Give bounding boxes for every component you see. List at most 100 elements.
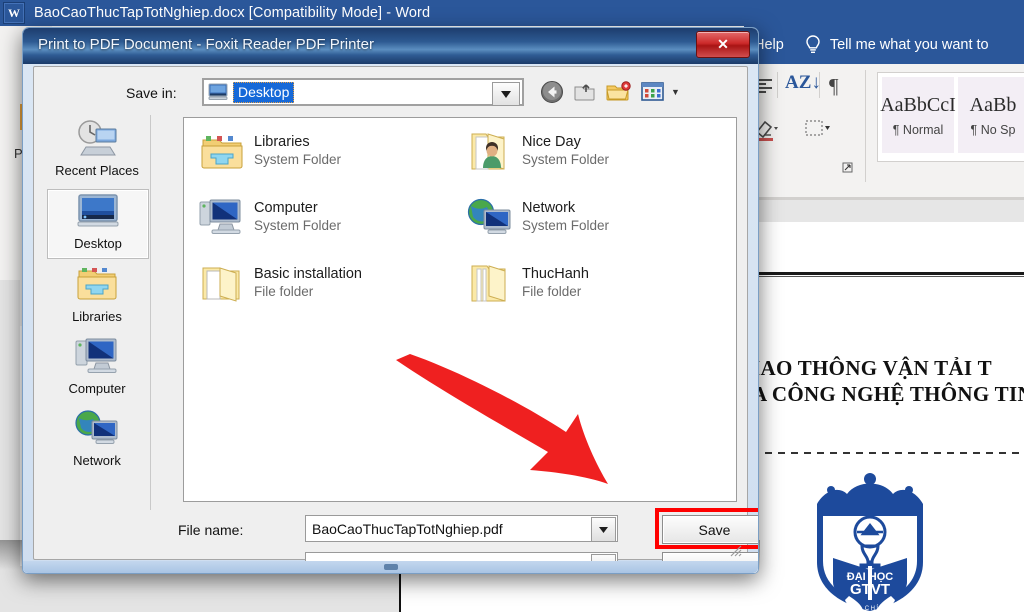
- list-item-name: Network: [522, 199, 609, 217]
- place-label: Desktop: [74, 236, 122, 251]
- word-logo-icon: W: [3, 2, 25, 24]
- dialog-launcher-icon[interactable]: [842, 162, 854, 174]
- style-item-normal[interactable]: AaBbCcI ¶ Normal: [882, 77, 954, 153]
- chevron-down-icon[interactable]: [591, 517, 616, 542]
- logo-text-gtvt: GTVT: [850, 581, 890, 598]
- place-label: Recent Places: [55, 163, 139, 178]
- file-list-view[interactable]: Libraries System Folder: [183, 117, 737, 502]
- network-icon: [466, 196, 514, 240]
- screen-root: W BaoCaoThucTapTotNghiep.docx [Compatibi…: [0, 0, 1024, 612]
- dialog-footer-nub: [384, 564, 398, 570]
- place-libraries[interactable]: Libraries: [47, 263, 147, 331]
- dialog-footer: [23, 561, 758, 573]
- dialog-title-text: Print to PDF Document - Foxit Reader PDF…: [38, 36, 374, 53]
- list-item[interactable]: Libraries System Folder: [198, 130, 341, 174]
- word-menu-bar: Help Tell me what you want to: [744, 26, 1024, 64]
- list-item[interactable]: ThucHanh File folder: [466, 262, 589, 306]
- style-name: ¶ No Sp: [971, 123, 1016, 137]
- list-item-text: Network System Folder: [522, 196, 609, 234]
- place-label: Computer: [68, 381, 125, 396]
- close-icon[interactable]: ✕: [696, 31, 750, 58]
- list-item-name: Computer: [254, 199, 341, 217]
- styles-gallery[interactable]: AaBbCcI ¶ Normal AaBb ¶ No Sp: [877, 72, 1024, 162]
- save-in-combobox[interactable]: Desktop: [202, 78, 524, 106]
- list-item-type: System Folder: [254, 217, 341, 234]
- dialog-toolbar: ▼: [540, 77, 685, 107]
- computer-icon: [198, 196, 246, 240]
- open-folder-icon: [198, 262, 246, 306]
- tell-me-search-box[interactable]: Tell me what you want to: [830, 37, 989, 53]
- show-formatting-marks-icon[interactable]: ¶: [829, 74, 839, 99]
- list-item-name: Nice Day: [522, 133, 609, 151]
- file-name-input[interactable]: BaoCaoThucTapTotNghiep.pdf: [305, 515, 618, 542]
- lightbulb-icon: [804, 34, 822, 56]
- file-name-value: BaoCaoThucTapTotNghiep.pdf: [312, 521, 503, 537]
- word-title-bar: W BaoCaoThucTapTotNghiep.docx [Compatibi…: [0, 0, 1024, 26]
- save-button[interactable]: Save: [662, 515, 759, 544]
- save-in-value: Desktop: [233, 82, 294, 103]
- resize-grip[interactable]: [729, 544, 743, 558]
- document-heading-line-2: A CÔNG NGHỆ THÔNG TIN: [752, 381, 1024, 407]
- folder-icon: [466, 262, 514, 306]
- list-item-text: Computer System Folder: [254, 196, 341, 234]
- list-item-type: File folder: [254, 283, 362, 300]
- document-header-rule-thin: [752, 276, 1024, 277]
- desktop-icon: [208, 83, 228, 101]
- document-heading: IAO THÔNG VẬN TẢI T A CÔNG NGHỆ THÔNG TI…: [752, 355, 1024, 407]
- list-item[interactable]: Network System Folder: [466, 196, 609, 240]
- university-logo-icon: ĐẠI HỌC GTVT TP HỒ CHÍ MINH: [805, 470, 935, 612]
- document-dashed-divider: [752, 452, 1024, 454]
- ribbon-separator: [777, 72, 778, 98]
- back-icon[interactable]: [540, 80, 564, 104]
- list-item-text: Nice Day System Folder: [522, 130, 609, 168]
- word-left-gray-area: [0, 280, 20, 566]
- libraries-icon: [72, 263, 122, 307]
- ribbon-separator-2: [819, 72, 820, 98]
- list-item-name: Basic installation: [254, 265, 362, 283]
- new-folder-icon[interactable]: [606, 81, 632, 103]
- file-name-label: File name:: [178, 522, 243, 538]
- save-in-label: Save in:: [126, 85, 177, 101]
- chevron-down-icon[interactable]: [492, 82, 520, 106]
- style-preview: AaBbCcI: [880, 94, 956, 117]
- places-bar: Recent Places Desktop: [44, 115, 151, 510]
- borders-icon[interactable]: [803, 118, 831, 142]
- network-icon: [72, 407, 122, 451]
- style-preview: AaBb: [970, 94, 1017, 117]
- list-item-name: Libraries: [254, 133, 341, 151]
- place-recent-places[interactable]: Recent Places: [47, 117, 147, 185]
- list-item[interactable]: Basic installation File folder: [198, 262, 362, 306]
- up-folder-icon[interactable]: [573, 81, 597, 103]
- ribbon-group-separator: [865, 70, 866, 182]
- document-heading-line-1: IAO THÔNG VẬN TẢI T: [752, 356, 992, 380]
- sort-az-icon[interactable]: AZ↓: [785, 72, 821, 94]
- dialog-title-bar[interactable]: Print to PDF Document - Foxit Reader PDF…: [23, 28, 758, 64]
- recent-places-icon: [72, 117, 122, 161]
- save-as-dialog: Print to PDF Document - Foxit Reader PDF…: [22, 27, 759, 574]
- views-icon[interactable]: [641, 81, 665, 103]
- computer-icon: [72, 335, 122, 379]
- place-label: Libraries: [72, 309, 122, 324]
- user-folder-icon: [466, 130, 514, 174]
- list-item-text: ThucHanh File folder: [522, 262, 589, 300]
- dialog-body: Save in: Desktop: [33, 66, 748, 560]
- style-name: ¶ Normal: [893, 123, 943, 137]
- word-ribbon-paragraph-styles-groups: AZ↓ ¶ AaBbCcI ¶ Normal: [744, 64, 1024, 197]
- document-header-rule: [752, 272, 1024, 275]
- style-item-no-spacing[interactable]: AaBb ¶ No Sp: [958, 77, 1024, 153]
- list-item[interactable]: Nice Day System Folder: [466, 130, 609, 174]
- list-item-type: System Folder: [522, 217, 609, 234]
- place-computer[interactable]: Computer: [47, 335, 147, 403]
- chevron-down-icon[interactable]: ▼: [671, 87, 680, 97]
- list-item[interactable]: Computer System Folder: [198, 196, 341, 240]
- libraries-icon: [198, 130, 246, 174]
- place-network[interactable]: Network: [47, 407, 147, 475]
- list-item-name: ThucHanh: [522, 265, 589, 283]
- list-item-type: System Folder: [254, 151, 341, 168]
- place-desktop[interactable]: Desktop: [47, 189, 149, 259]
- word-title-text: BaoCaoThucTapTotNghiep.docx [Compatibili…: [34, 5, 430, 21]
- list-item-text: Basic installation File folder: [254, 262, 362, 300]
- document-ruler-band: [744, 200, 1024, 223]
- desktop-icon: [73, 190, 123, 234]
- logo-text-tphcm: TP HỒ CHÍ MINH: [836, 605, 904, 612]
